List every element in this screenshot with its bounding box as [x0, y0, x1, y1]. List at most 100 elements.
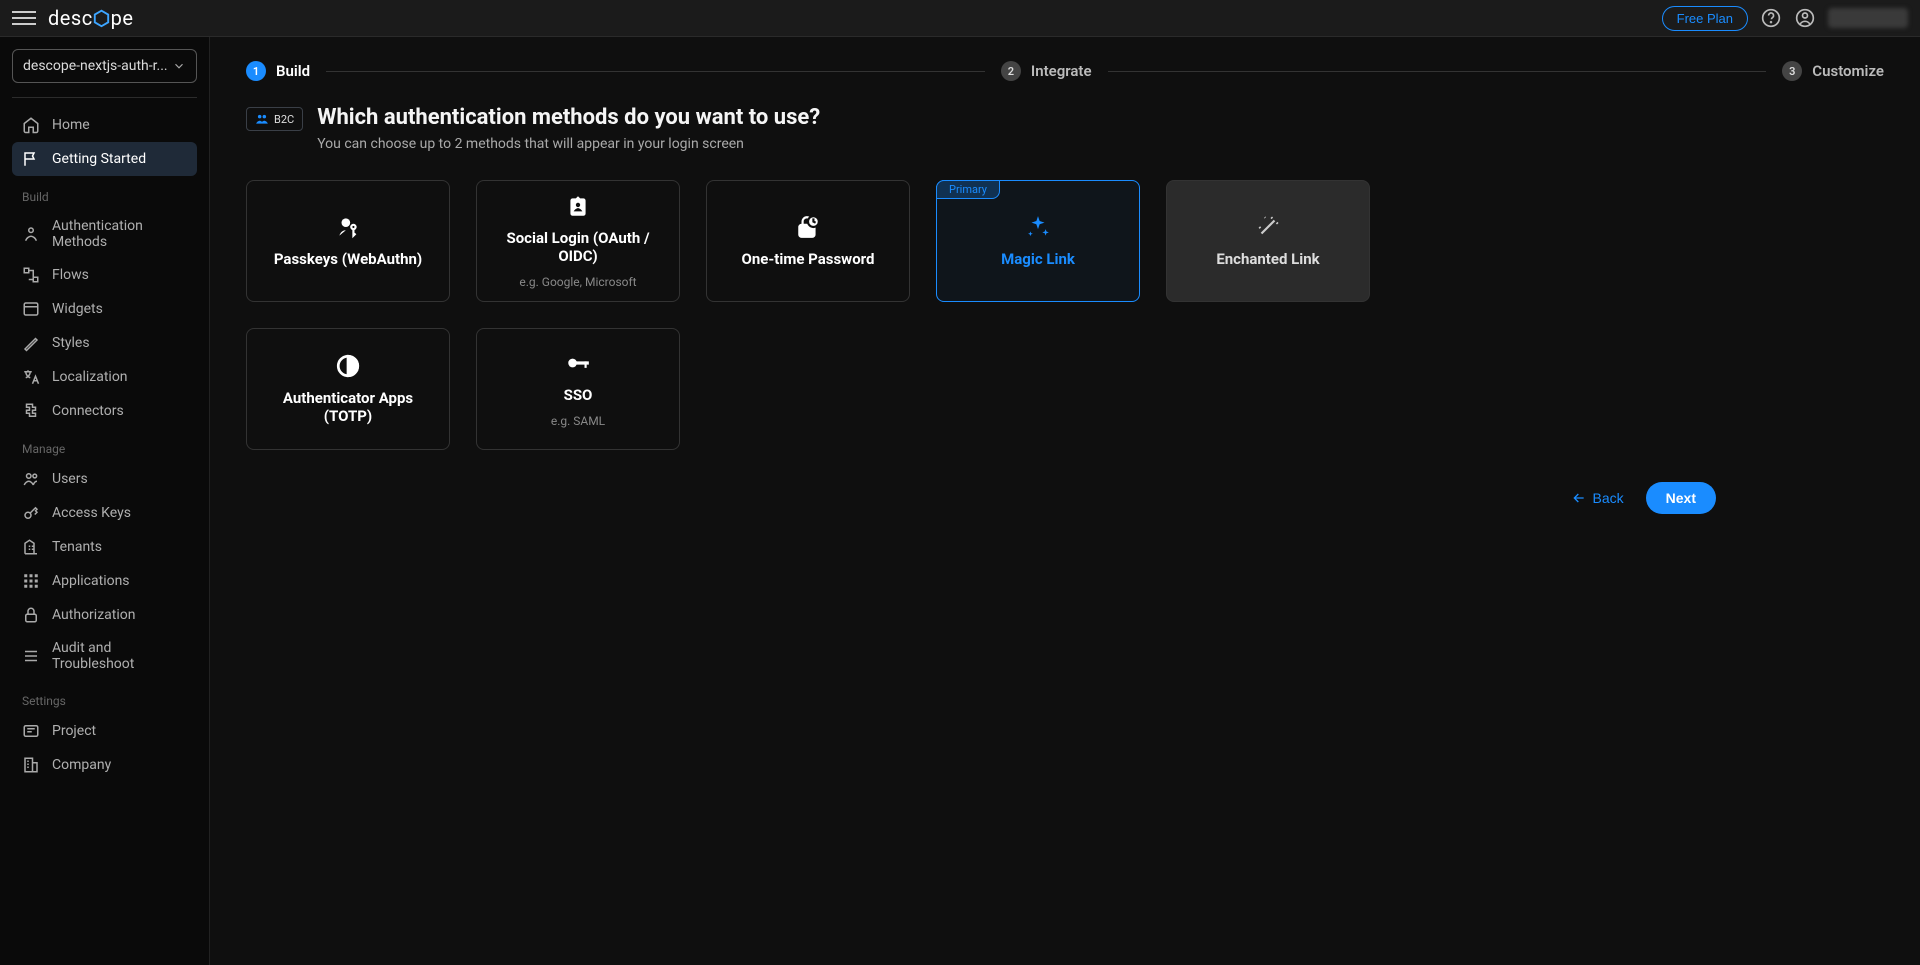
sidebar-item-company[interactable]: Company: [12, 748, 197, 782]
card-title: Social Login (OAuth / OIDC): [487, 229, 669, 265]
card-title: One-time Password: [742, 250, 875, 268]
id-card-icon: [565, 193, 591, 219]
page-subtitle: You can choose up to 2 methods that will…: [317, 136, 820, 152]
sidebar-item-label: Home: [52, 117, 90, 133]
sidebar-item-audit[interactable]: Audit and Troubleshoot: [12, 632, 197, 680]
main-content: 1 Build 2 Integrate 3 Customize B2C Whic…: [210, 37, 1920, 965]
step-build[interactable]: 1 Build: [246, 61, 310, 81]
key-sso-icon: [565, 350, 591, 376]
sidebar-item-widgets[interactable]: Widgets: [12, 292, 197, 326]
sidebar-section-build: Build: [12, 176, 197, 210]
chevron-down-icon: [172, 59, 186, 73]
extension-icon: [22, 402, 40, 420]
flow-icon: [22, 266, 40, 284]
sidebar-item-flows[interactable]: Flows: [12, 258, 197, 292]
next-button[interactable]: Next: [1646, 482, 1716, 514]
brush-icon: [22, 334, 40, 352]
sidebar-item-label: Widgets: [52, 301, 103, 317]
step-label: Build: [276, 62, 310, 80]
home-icon: [22, 116, 40, 134]
user-badge[interactable]: [1828, 8, 1908, 28]
sidebar-item-label: Company: [52, 757, 111, 773]
sidebar-item-label: Users: [52, 471, 88, 487]
card-title: SSO: [564, 386, 593, 404]
step-customize[interactable]: 3 Customize: [1782, 61, 1884, 81]
sidebar-item-label: Connectors: [52, 403, 124, 419]
arrow-left-icon: [1571, 490, 1587, 506]
sidebar-section-manage: Manage: [12, 428, 197, 462]
sidebar-item-label: Authorization: [52, 607, 135, 623]
page-title: Which authentication methods do you want…: [317, 105, 820, 130]
app-header: desc⬡pe Free Plan: [0, 0, 1920, 37]
account-icon[interactable]: [1794, 7, 1816, 29]
sidebar-item-localization[interactable]: Localization: [12, 360, 197, 394]
sidebar-item-label: Flows: [52, 267, 89, 283]
people-icon: [255, 112, 269, 126]
flag-icon: [22, 150, 40, 168]
sidebar-item-project[interactable]: Project: [12, 714, 197, 748]
step-number: 2: [1001, 61, 1021, 81]
sidebar-item-label: Styles: [52, 335, 90, 351]
building-icon: [22, 538, 40, 556]
widget-icon: [22, 300, 40, 318]
wizard-stepper: 1 Build 2 Integrate 3 Customize: [246, 61, 1884, 81]
back-button[interactable]: Back: [1557, 482, 1638, 514]
free-plan-button[interactable]: Free Plan: [1662, 6, 1748, 31]
sidebar-item-label: Access Keys: [52, 505, 131, 521]
sidebar-item-label: Applications: [52, 573, 130, 589]
project-selector[interactable]: descope-nextjs-auth-r...: [12, 49, 197, 83]
sidebar: descope-nextjs-auth-r... Home Getting St…: [0, 37, 210, 965]
project-selector-label: descope-nextjs-auth-r...: [23, 58, 172, 74]
sidebar-item-home[interactable]: Home: [12, 108, 197, 142]
card-title: Authenticator Apps (TOTP): [257, 389, 439, 425]
lock-icon: [22, 606, 40, 624]
sparkle-icon: [1025, 214, 1051, 240]
folder-icon: [22, 722, 40, 740]
card-title: Enchanted Link: [1216, 250, 1319, 268]
auth-card-magic-link[interactable]: Primary Magic Link: [936, 180, 1140, 302]
passkey-icon: [335, 214, 361, 240]
apps-icon: [22, 572, 40, 590]
back-button-label: Back: [1593, 490, 1624, 506]
sidebar-item-applications[interactable]: Applications: [12, 564, 197, 598]
sidebar-item-users[interactable]: Users: [12, 462, 197, 496]
auth-card-social[interactable]: Social Login (OAuth / OIDC) e.g. Google,…: [476, 180, 680, 302]
menu-icon[interactable]: [12, 6, 36, 30]
key-icon: [22, 504, 40, 522]
sidebar-item-label: Getting Started: [52, 151, 146, 167]
step-integrate[interactable]: 2 Integrate: [1001, 61, 1092, 81]
sidebar-item-authorization[interactable]: Authorization: [12, 598, 197, 632]
step-label: Integrate: [1031, 62, 1092, 80]
help-icon[interactable]: [1760, 7, 1782, 29]
sidebar-item-label: Authentication Methods: [52, 218, 187, 250]
sidebar-item-auth-methods[interactable]: Authentication Methods: [12, 210, 197, 258]
step-number: 3: [1782, 61, 1802, 81]
sidebar-item-label: Tenants: [52, 539, 102, 555]
sidebar-item-styles[interactable]: Styles: [12, 326, 197, 360]
sidebar-item-label: Project: [52, 723, 96, 739]
auth-card-enchanted-link[interactable]: Enchanted Link: [1166, 180, 1370, 302]
sidebar-item-label: Audit and Troubleshoot: [52, 640, 187, 672]
step-divider: [1108, 71, 1767, 72]
primary-tag: Primary: [936, 180, 1000, 199]
translate-icon: [22, 368, 40, 386]
card-title: Passkeys (WebAuthn): [274, 250, 422, 268]
card-title: Magic Link: [1001, 250, 1075, 268]
sidebar-item-tenants[interactable]: Tenants: [12, 530, 197, 564]
sidebar-item-access-keys[interactable]: Access Keys: [12, 496, 197, 530]
b2c-chip[interactable]: B2C: [246, 107, 303, 131]
sidebar-item-connectors[interactable]: Connectors: [12, 394, 197, 428]
sidebar-section-settings: Settings: [12, 680, 197, 714]
auth-card-passkeys[interactable]: Passkeys (WebAuthn): [246, 180, 450, 302]
auth-card-otp[interactable]: One-time Password: [706, 180, 910, 302]
users-icon: [22, 470, 40, 488]
clock-lock-icon: [795, 214, 821, 240]
sidebar-item-label: Localization: [52, 369, 128, 385]
card-subtitle: e.g. SAML: [551, 414, 605, 428]
auth-card-sso[interactable]: SSO e.g. SAML: [476, 328, 680, 450]
step-divider: [326, 71, 985, 72]
card-subtitle: e.g. Google, Microsoft: [519, 275, 636, 289]
person-icon: [22, 225, 40, 243]
auth-card-totp[interactable]: Authenticator Apps (TOTP): [246, 328, 450, 450]
sidebar-item-getting-started[interactable]: Getting Started: [12, 142, 197, 176]
